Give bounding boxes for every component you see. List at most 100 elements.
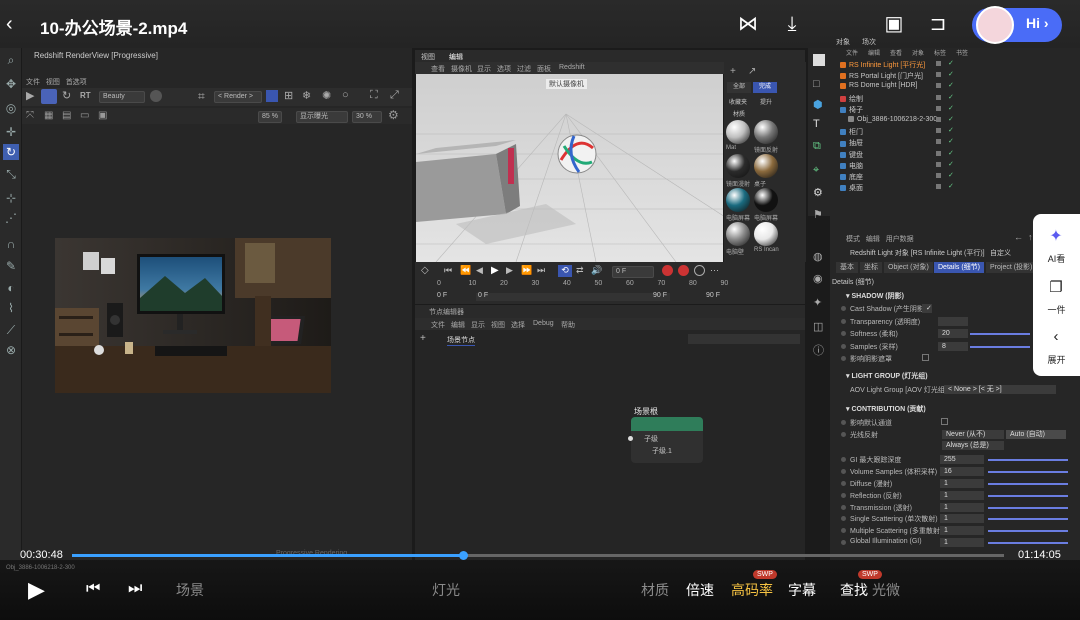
enabled-check-icon[interactable]: ✓ [948,104,954,112]
add-node-icon[interactable]: + [420,333,426,344]
keyframe-icon[interactable]: ◇ [421,265,429,276]
visibility-toggle[interactable] [936,161,941,167]
camera-icon[interactable]: ◉ [813,272,823,285]
scene-root-node[interactable] [631,417,703,463]
menu-item[interactable]: 面板 [537,64,551,74]
tab-details[interactable]: Details (细节) [934,262,985,273]
enabled-check-icon[interactable]: ✓ [948,81,954,89]
anim-dot[interactable] [841,356,846,361]
attr-value[interactable]: 20 [938,329,968,338]
rt-toggle[interactable]: RT [80,91,91,100]
anim-dot[interactable] [841,318,846,324]
material-swatch[interactable] [754,188,778,212]
attr-value[interactable]: 1 [940,490,984,500]
scale-icon[interactable]: ⤡ [3,166,19,182]
brush-icon[interactable]: ⌇ [3,300,19,316]
visibility-toggle[interactable] [936,139,941,145]
tab-edit[interactable]: 编辑 [449,52,463,62]
menu-item[interactable]: 显示 [477,64,491,74]
menu-item[interactable]: 视图 [491,320,505,330]
render-region-icon[interactable] [41,89,57,104]
menu-item[interactable]: 编辑 [866,236,880,243]
menu-item[interactable]: 编辑 [868,48,880,57]
visibility-toggle[interactable] [936,184,941,190]
material-swatch[interactable] [754,222,778,246]
generator-icon[interactable]: ⧉ [813,140,821,153]
magnet-icon[interactable]: ∩ [3,236,19,252]
material-swatch[interactable] [726,154,750,178]
more-icon[interactable]: ⋯ [710,265,719,276]
object-row[interactable]: RS Infinite Light [平行光] [840,60,925,70]
object-row[interactable]: 柜门 [840,127,863,137]
quality-button[interactable]: 高码率 [731,580,773,600]
object-row[interactable]: RS Portal Light [门户光] [840,71,923,81]
material-swatch[interactable] [726,120,750,144]
menu-item[interactable]: 查看 [431,64,445,74]
sound-icon[interactable]: 🔊 [591,265,602,276]
speed-button[interactable]: 倍速 [686,580,714,600]
anim-dot[interactable] [841,420,846,425]
fit-view-icon[interactable]: ⤧ [26,110,34,121]
chapter-scene[interactable]: 场景 [176,580,204,600]
attr-value[interactable]: 1 [940,502,984,512]
text-icon[interactable]: T [813,118,820,130]
aov-light-group-select[interactable]: < None > [< 无 >] [944,385,1056,394]
filter-favorites[interactable]: 收藏夹 [729,97,747,106]
axis-icon[interactable]: ⊹ [3,190,19,206]
material-swatch[interactable] [754,154,778,178]
exit-fullscreen-icon[interactable]: ⊐ [924,10,952,38]
visibility-toggle[interactable] [936,128,941,134]
attr-value[interactable]: 8 [938,341,968,351]
range-slider[interactable] [476,293,670,301]
tab-all[interactable]: 全部 [727,82,751,93]
record-icon[interactable] [662,265,673,276]
enabled-check-icon[interactable]: ✓ [948,59,954,67]
tab-done[interactable]: 完成 [753,82,777,93]
enabled-check-icon[interactable]: ✓ [948,115,954,123]
menu-item[interactable]: 帮助 [561,320,575,330]
back-arrow-icon[interactable]: ‹ [6,14,28,34]
enabled-check-icon[interactable]: ✓ [948,171,954,179]
attr-slider[interactable] [970,345,1030,348]
zoom-b-field[interactable]: 30 % [352,111,382,123]
screen-capture-icon[interactable]: ▣ [880,10,908,38]
object-row[interactable]: 椅子 [840,105,863,115]
menu-item[interactable]: 过滤 [517,64,531,74]
go-start-icon[interactable]: ⏮ [444,265,452,276]
anim-dot[interactable] [841,481,846,486]
material-swatch[interactable] [754,120,778,144]
attr-slider[interactable] [988,530,1068,533]
attr-value[interactable]: 1 [940,479,984,488]
rotate-icon[interactable]: ↻ [3,144,19,160]
timeline-ruler[interactable]: 0 10 20 30 40 50 60 70 80 90 [417,280,728,290]
range-start[interactable]: 0 F [437,292,447,299]
range-end-2[interactable]: 90 F [706,292,720,299]
anim-dot[interactable] [841,343,846,349]
globe-icon[interactable]: ◍ [813,250,823,263]
menu-item[interactable]: 模式 [846,236,860,243]
sculpt-icon[interactable]: ◐ [3,280,19,296]
fit-icon[interactable]: ⛶ [370,89,378,102]
menu-item[interactable]: 选择 [511,320,525,330]
tag-icon[interactable]: ⚑ [813,208,823,221]
menu-item[interactable]: 查看 [890,48,902,57]
anim-dot[interactable] [841,492,846,498]
deformer-icon[interactable]: ⌖ [813,164,819,177]
object-row[interactable]: 电脑 [840,161,863,171]
play-render-icon[interactable]: ▶ [26,90,38,102]
extra-button[interactable]: 光微 [872,580,900,600]
menu-item[interactable]: Debug [533,320,554,327]
menu-item[interactable]: 书签 [956,48,968,57]
add-icon[interactable]: + [730,66,736,77]
object-row[interactable]: 桌面 [840,183,863,193]
next-key-icon[interactable]: ⏩ [521,265,532,276]
attr-value[interactable]: 255 [940,455,984,465]
tab-view[interactable]: 视图 [421,52,435,62]
cube-icon[interactable] [813,54,825,66]
menu-item[interactable]: 标签 [934,48,946,57]
anim-dot[interactable] [841,540,846,545]
visibility-toggle[interactable] [936,83,941,89]
chevron-left-icon[interactable]: ‹ [1045,328,1067,348]
object-row[interactable]: 底座 [840,172,863,182]
checkbox[interactable] [941,418,948,425]
